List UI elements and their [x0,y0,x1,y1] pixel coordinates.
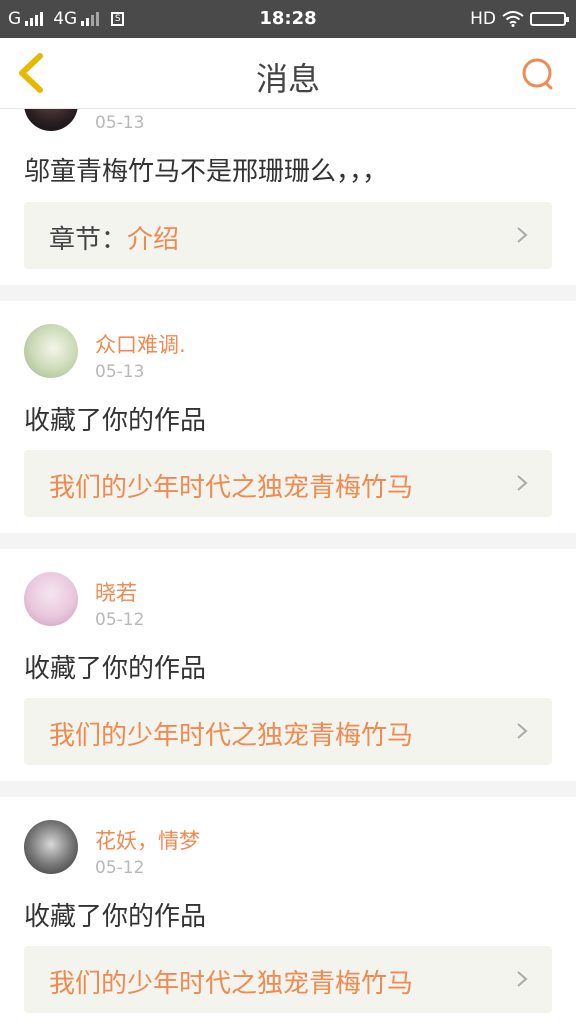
page-title: 消息 [255,60,320,98]
wifi-icon [502,11,524,27]
message-date: 05-12 [95,858,145,878]
work-link[interactable]: 我们的少年时代之独宠青梅竹马 [24,450,552,517]
status-bar: G 4G S 18:28 HD [0,0,576,38]
chapter-value: 介绍 [127,225,180,255]
chapter-link-text: 章节：介绍 [49,219,179,256]
message-text: 邬童青梅竹马不是邢珊珊么，，， [24,157,389,187]
work-link[interactable]: 我们的少年时代之独宠青梅竹马 [24,698,552,765]
message-card: 晓若 05-12 收藏了你的作品 我们的少年时代之独宠青梅竹马 [0,549,576,781]
hd-label: HD [470,9,496,29]
chevron-right-icon [517,723,528,739]
avatar[interactable] [24,572,78,626]
avatar[interactable] [24,324,78,378]
chapter-link[interactable]: 章节：介绍 [24,202,552,269]
chevron-right-icon [517,475,528,491]
nav-bar: 消息 [0,38,576,109]
message-card: 众口难调. 05-13 收藏了你的作品 我们的少年时代之独宠青梅竹马 [0,301,576,533]
user-name[interactable]: 花妖，情梦 [95,825,200,855]
message-date: 05-13 [95,113,145,133]
chevron-right-icon [517,971,528,987]
chapter-label: 章节： [49,225,128,255]
message-date: 05-13 [95,362,145,382]
message-text: 收藏了你的作品 [24,902,207,932]
avatar[interactable] [24,820,78,874]
chevron-right-icon [517,227,528,243]
user-name[interactable]: 晓若 [95,577,137,607]
status-right: HD [470,9,569,29]
message-card: 花妖，情梦 05-12 收藏了你的作品 我们的少年时代之独宠青梅竹马 [0,797,576,1024]
work-link[interactable]: 我们的少年时代之独宠青梅竹马 [24,946,552,1013]
avatar[interactable] [24,109,78,131]
work-link-text: 我们的少年时代之独宠青梅竹马 [49,473,414,503]
message-date: 05-12 [95,610,145,630]
work-link-text: 我们的少年时代之独宠青梅竹马 [49,721,414,751]
message-text: 收藏了你的作品 [24,654,207,684]
message-card: 05-13 邬童青梅竹马不是邢珊珊么，，， 章节：介绍 [0,109,576,285]
work-link-text: 我们的少年时代之独宠青梅竹马 [49,969,414,999]
user-name[interactable]: 众口难调. [95,329,186,359]
message-text: 收藏了你的作品 [24,406,207,436]
message-list[interactable]: 05-13 邬童青梅竹马不是邢珊珊么，，， 章节：介绍 众口难调. 05-13 … [0,109,576,1024]
search-icon[interactable] [520,56,556,92]
battery-icon [530,12,569,26]
